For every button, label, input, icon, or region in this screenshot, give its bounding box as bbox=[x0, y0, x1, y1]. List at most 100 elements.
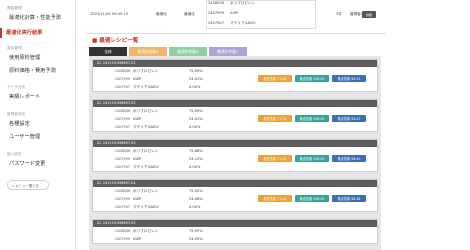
sidebar-item-users[interactable]: ユーザー管理 bbox=[9, 133, 40, 140]
ratio-value: 24.41% bbox=[189, 77, 203, 81]
sidebar-item-settings[interactable]: 各種設定 bbox=[9, 120, 30, 127]
ratio-value: 75.59% bbox=[189, 69, 203, 73]
material-id: 2408006 bbox=[115, 109, 131, 113]
tab-bar: 全体 最適化性能A 最適化性能B 最適化性能C bbox=[89, 47, 247, 56]
sidebar-item-reports[interactable]: 実績レポート bbox=[9, 93, 40, 100]
material-id: 2408006 bbox=[208, 1, 225, 5]
tab-performance-b[interactable]: 最適化性能B bbox=[169, 47, 207, 56]
material-id: 2408006 bbox=[115, 149, 131, 153]
sidebar-group-label: データ分析 bbox=[7, 85, 26, 89]
sidebar-item-materials[interactable]: 使用原料管理 bbox=[9, 54, 40, 61]
performance-badges: 推定性能 71.47 推定性能 106.00 推定性能 98.40 bbox=[258, 155, 366, 162]
sidebar-item-prices[interactable]: 原料価格・費用予測 bbox=[9, 67, 56, 74]
collapse-label: « メニュー閉じる bbox=[12, 183, 39, 188]
tab-all[interactable]: 全体 bbox=[89, 47, 127, 56]
recipe-card: ID: 241119-058657-03 2408006 ポリプロピレン 75.88%… bbox=[92, 139, 378, 172]
ratio-value: 24.03% bbox=[189, 237, 203, 241]
ratio-value: 0.00% bbox=[189, 205, 201, 209]
collapse-menu-button[interactable]: « メニュー閉じる bbox=[7, 180, 49, 190]
material-name: IGEP bbox=[230, 11, 239, 15]
material-name: IGEP bbox=[133, 77, 142, 81]
recipe-card: ID: 241119-058657-04 2408006 ポリプロピレン 75.92%… bbox=[92, 179, 378, 212]
ratio-value: 75.88% bbox=[189, 149, 203, 153]
top-table: 2024/11/26 09:45:19 最適化 最適化 2408006 ポリプロ… bbox=[88, 0, 380, 30]
ratio-value: 75.97% bbox=[189, 229, 203, 233]
performance-badge: 推定性能 106.00 bbox=[295, 75, 329, 82]
material-name: ポリプロピレン bbox=[230, 1, 256, 5]
sidebar-item-results[interactable]: 最適化実行結果 bbox=[6, 29, 42, 36]
ratio-value: 0.00% bbox=[189, 125, 201, 129]
material-name: ポリプロピレン bbox=[133, 109, 159, 113]
material-id: 2408006 bbox=[115, 189, 131, 193]
performance-badge: 推定性能 71.80 bbox=[258, 75, 292, 82]
sidebar-group-label: 需給管理 bbox=[7, 6, 22, 10]
recipe-card: ID: 241119-058657-02 2408006 ポリプロピレン 75.59%… bbox=[92, 99, 378, 132]
type-cell: 最適化 bbox=[184, 12, 195, 16]
type-cell: 最適化 bbox=[156, 12, 167, 16]
material-id: 2407999 bbox=[115, 77, 131, 81]
material-id: 2408006 bbox=[115, 229, 131, 233]
performance-badge: 推定性能 71.47 bbox=[258, 155, 292, 162]
material-name: IGEP bbox=[133, 197, 142, 201]
performance-badge: 推定性能 106.00 bbox=[295, 195, 329, 202]
material-name: マテリアルNCV bbox=[133, 205, 159, 209]
performance-badge: 推定性能 98.38 bbox=[332, 195, 366, 202]
recipe-row: 2407907 マテリアルNCV 0.00% bbox=[93, 163, 377, 171]
recipe-card-header: ID: 241119-058657-04 bbox=[93, 180, 377, 187]
material-name: ポリプロピレン bbox=[133, 149, 159, 153]
recipe-card: ID: 241119-058657-01 2408006 ポリプロピレン 75.59%… bbox=[92, 59, 378, 92]
performance-badge: 推定性能 71.79 bbox=[258, 115, 292, 122]
divider bbox=[86, 33, 386, 34]
material-id: 2407907 bbox=[115, 85, 131, 89]
performance-badges: 推定性能 71.80 推定性能 106.00 推定性能 98.11 bbox=[258, 75, 366, 82]
material-id: 2407999 bbox=[115, 157, 131, 161]
material-id: 2407999 bbox=[115, 117, 131, 121]
recipe-card-header: ID: 241119-058657-03 bbox=[93, 140, 377, 147]
performance-badge: 推定性能 106.00 bbox=[295, 155, 329, 162]
material-name: IGEP bbox=[133, 237, 142, 241]
performance-badge: 推定性能 71.44 bbox=[258, 195, 292, 202]
recipe-row: 2408006 ポリプロピレン 75.97% bbox=[93, 227, 377, 235]
sidebar-item-optimization[interactable]: 最適化計算・性能予測 bbox=[9, 14, 61, 21]
recipe-row: 2407907 マテリアルNCV 0.00% bbox=[93, 83, 377, 91]
recipe-row: 2407907 マテリアルNCV 0.00% bbox=[93, 203, 377, 211]
performance-badges: 推定性能 71.79 推定性能 106.00 推定性能 98.47 bbox=[258, 115, 366, 122]
recipe-row: 2408006 ポリプロピレン 75.59% bbox=[93, 67, 377, 75]
recipe-card: ID: 241119-058657-05 2408006 ポリプロピレン 75.97%… bbox=[92, 219, 378, 244]
recipe-row: 2408006 ポリプロピレン 75.92% bbox=[93, 187, 377, 195]
ratio-value: 24.12% bbox=[189, 157, 203, 161]
sidebar-group-label: 原料管理 bbox=[7, 46, 22, 50]
ratio-value: 0.00% bbox=[189, 85, 201, 89]
material-name: IGEP bbox=[133, 157, 142, 161]
recipe-row: 2407999 IGEP 24.12% 推定性能 71.47 推定性能 106.00 推定… bbox=[93, 155, 377, 163]
material-id: 2407907 bbox=[208, 21, 225, 25]
recipe-card-header: ID: 241119-058657-01 bbox=[93, 60, 377, 67]
sidebar: 需給管理 最適化計算・性能予測 最適化実行結果 原料管理 使用原料管理 原料価格… bbox=[0, 0, 76, 250]
tab-performance-c[interactable]: 最適化性能C bbox=[209, 47, 247, 56]
sidebar-item-password[interactable]: パスワード変更 bbox=[9, 160, 45, 167]
ratio-value: 24.08% bbox=[189, 197, 203, 201]
recipe-row: 2407999 IGEP 24.03% bbox=[93, 235, 377, 243]
tab-performance-a[interactable]: 最適化性能A bbox=[129, 47, 167, 56]
datetime: 2024/11/26 09:45:19 bbox=[90, 12, 128, 16]
ratio-value: 75.92% bbox=[189, 189, 203, 193]
recipe-row: 2407999 IGEP 24.41% 推定性能 71.80 推定性能 106.00 推定… bbox=[93, 75, 377, 83]
page-title: ■ 最適レシピ一覧 bbox=[92, 38, 139, 44]
sidebar-group-label: 個人設定 bbox=[7, 152, 22, 156]
ratio-value: 75.59% bbox=[189, 109, 203, 113]
material-name: ポリプロピレン bbox=[133, 229, 159, 233]
material-name: マテリアルNCV bbox=[230, 21, 256, 25]
detail-button[interactable]: 詳細 bbox=[362, 11, 376, 18]
recipe-row: 2407999 IGEP 24.41% 推定性能 71.79 推定性能 106.00 推定… bbox=[93, 115, 377, 123]
sidebar-group-label: 管理者設定 bbox=[7, 112, 26, 116]
material-name: マテリアルNCV bbox=[133, 85, 159, 89]
performance-badges: 推定性能 71.44 推定性能 106.00 推定性能 98.38 bbox=[258, 195, 366, 202]
count-cell: 3件 bbox=[336, 12, 342, 16]
material-id: 2407907 bbox=[115, 125, 131, 129]
material-id: 2407999 bbox=[115, 197, 131, 201]
material-id: 2407999 bbox=[208, 11, 225, 15]
material-id: 2407907 bbox=[115, 165, 131, 169]
recipe-row: 2408006 ポリプロピレン 75.88% bbox=[93, 147, 377, 155]
material-name: マテリアルNCV bbox=[133, 125, 159, 129]
performance-badge: 推定性能 98.11 bbox=[332, 75, 366, 82]
